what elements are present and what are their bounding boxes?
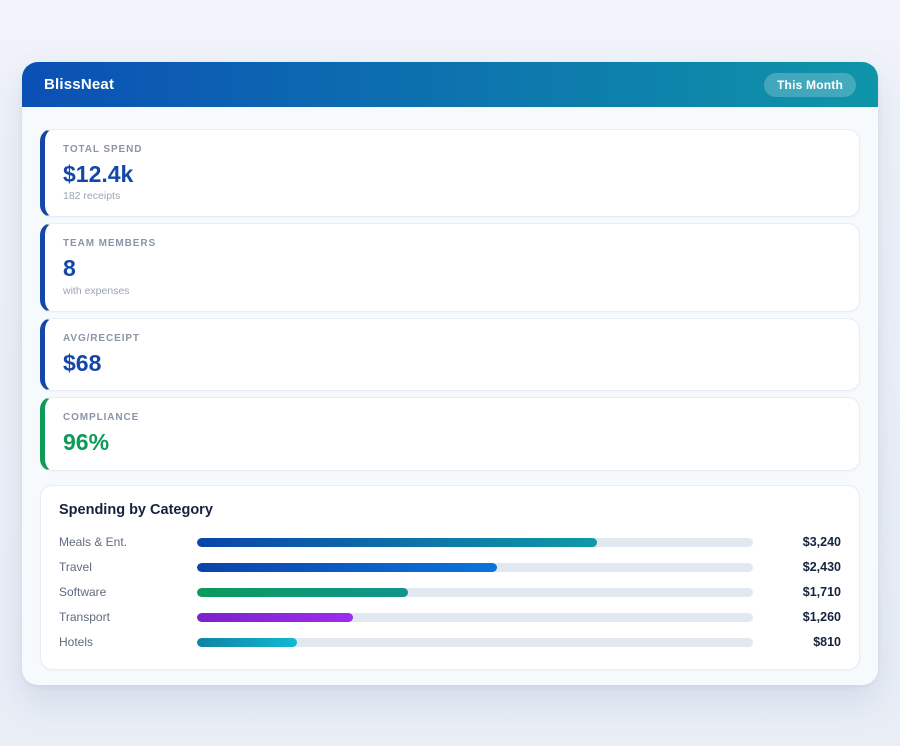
dashboard-content: TOTAL SPEND $12.4k 182 receipts TEAM MEM…	[22, 107, 878, 685]
dashboard-panel: BlissNeat This Month TOTAL SPEND $12.4k …	[22, 62, 878, 685]
bar-fill-travel	[197, 563, 497, 572]
stat-label: COMPLIANCE	[63, 412, 841, 423]
spending-by-category-chart: Spending by Category Meals & Ent. $3,240…	[40, 485, 860, 670]
stat-card-team-members: TEAM MEMBERS 8 with expenses	[40, 223, 860, 311]
bar-track	[197, 538, 753, 547]
stat-card-compliance: COMPLIANCE 96%	[40, 397, 860, 470]
category-label: Transport	[59, 610, 181, 624]
category-label: Meals & Ent.	[59, 535, 181, 549]
app-header: BlissNeat This Month	[22, 62, 878, 107]
chart-row: Hotels $810	[59, 630, 841, 655]
chart-row: Transport $1,260	[59, 605, 841, 630]
stat-label: TEAM MEMBERS	[63, 238, 841, 249]
bar-track	[197, 563, 753, 572]
stat-subtitle: with expenses	[63, 285, 841, 297]
stat-label: AVG/RECEIPT	[63, 333, 841, 344]
bar-fill-meals	[197, 538, 597, 547]
app-title: BlissNeat	[44, 76, 114, 93]
stat-subtitle: 182 receipts	[63, 190, 841, 202]
category-value: $3,240	[769, 535, 841, 549]
bar-track	[197, 613, 753, 622]
chart-row: Meals & Ent. $3,240	[59, 530, 841, 555]
bar-fill-transport	[197, 613, 353, 622]
category-value: $1,260	[769, 610, 841, 624]
stat-value: 8	[63, 255, 841, 281]
category-value: $2,430	[769, 560, 841, 574]
bar-track	[197, 638, 753, 647]
stat-label: TOTAL SPEND	[63, 144, 841, 155]
bar-fill-software	[197, 588, 408, 597]
period-badge[interactable]: This Month	[764, 73, 856, 97]
stat-value: 96%	[63, 429, 841, 455]
category-label: Travel	[59, 560, 181, 574]
bar-fill-hotels	[197, 638, 297, 647]
category-value: $1,710	[769, 585, 841, 599]
chart-row: Travel $2,430	[59, 555, 841, 580]
chart-title: Spending by Category	[59, 502, 841, 518]
category-value: $810	[769, 635, 841, 649]
stat-value: $12.4k	[63, 161, 841, 187]
chart-row: Software $1,710	[59, 580, 841, 605]
stat-card-avg-receipt: AVG/RECEIPT $68	[40, 318, 860, 391]
category-label: Hotels	[59, 635, 181, 649]
bar-track	[197, 588, 753, 597]
stat-card-total-spend: TOTAL SPEND $12.4k 182 receipts	[40, 129, 860, 217]
category-label: Software	[59, 585, 181, 599]
stat-value: $68	[63, 350, 841, 376]
